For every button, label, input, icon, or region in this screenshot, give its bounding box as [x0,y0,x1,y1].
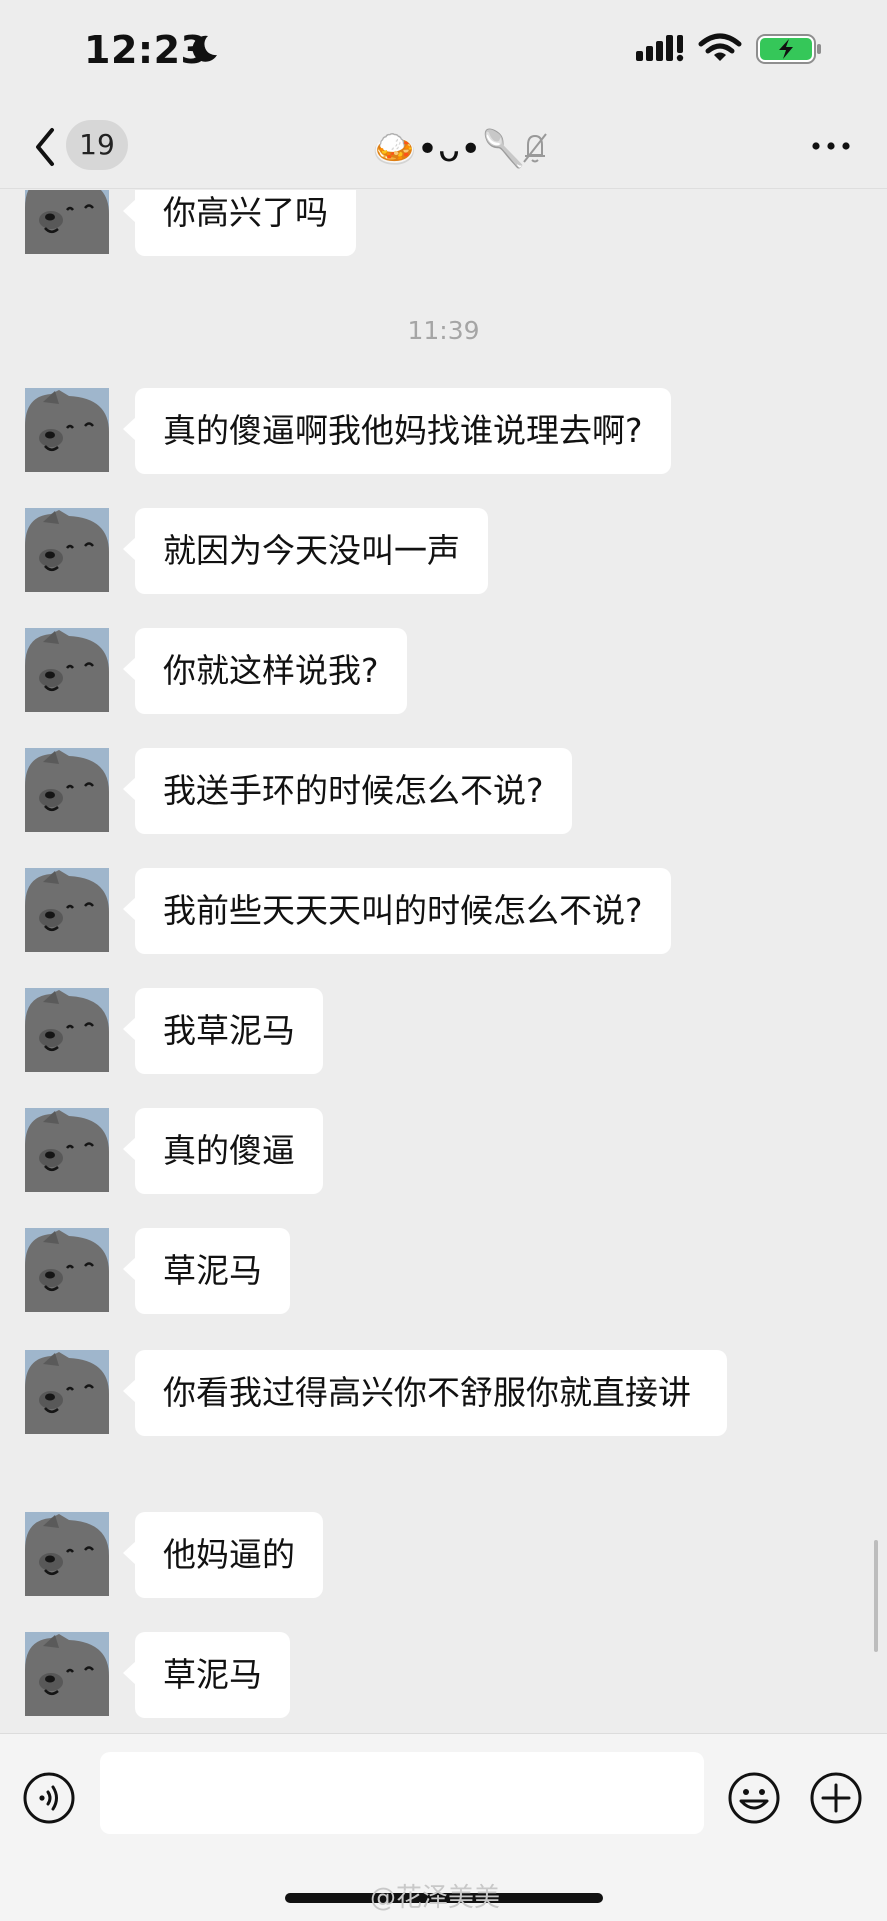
unread-count-badge[interactable]: 19 [66,120,128,170]
contact-avatar[interactable] [25,1228,109,1312]
message-bubble[interactable]: 我前些天天天叫的时候怎么不说? [123,868,671,954]
message-input[interactable] [100,1752,704,1834]
contact-avatar[interactable] [25,190,109,254]
moon-icon [192,35,217,62]
message-bubble[interactable]: 你高兴了吗 [123,190,356,256]
message-bubble[interactable]: 就因为今天没叫一声 [123,508,488,594]
chat-title: 🍛•ᴗ•🥄 [372,129,527,170]
bell-off-icon [523,133,547,163]
contact-avatar[interactable] [25,748,109,832]
scrollbar[interactable] [874,1540,878,1652]
message-bubble[interactable]: 你看我过得高兴你不舒服你就直接讲 [123,1350,727,1436]
contact-avatar[interactable] [25,868,109,952]
contact-avatar[interactable] [25,988,109,1072]
wifi-icon [698,33,742,61]
contact-avatar[interactable] [25,388,109,472]
status-bar: 12:23 [0,0,887,110]
chevron-left-icon[interactable] [30,124,60,170]
watermark: @花泽美美 [370,1883,501,1913]
timestamp: 11:39 [407,316,480,345]
message-bubble[interactable]: 真的傻逼 [123,1108,323,1194]
voice-icon[interactable] [22,1771,76,1825]
message-bubble[interactable]: 草泥马 [123,1632,290,1718]
more-icon[interactable] [811,138,851,154]
signal-icon [636,35,684,62]
battery-charging-icon [756,34,821,64]
message-list[interactable]: 你高兴了吗 11:39 真的傻逼啊我他妈找谁说理去啊? 就因为今天没叫一声 你就… [0,190,887,1733]
chat-header: 19 🍛•ᴗ•🥄 [0,110,887,189]
message-bubble[interactable]: 我草泥马 [123,988,323,1074]
contact-avatar[interactable] [25,1632,109,1716]
contact-avatar[interactable] [25,508,109,592]
message-bubble[interactable]: 他妈逼的 [123,1512,323,1598]
contact-avatar[interactable] [25,628,109,712]
contact-avatar[interactable] [25,1108,109,1192]
message-bubble[interactable]: 草泥马 [123,1228,290,1314]
contact-avatar[interactable] [25,1350,109,1434]
message-bubble[interactable]: 你就这样说我? [123,628,407,714]
plus-circle-icon[interactable] [809,1771,863,1825]
contact-avatar[interactable] [25,1512,109,1596]
message-bubble[interactable]: 真的傻逼啊我他妈找谁说理去啊? [123,388,671,474]
emoji-icon[interactable] [727,1771,781,1825]
message-bubble[interactable]: 我送手环的时候怎么不说? [123,748,572,834]
